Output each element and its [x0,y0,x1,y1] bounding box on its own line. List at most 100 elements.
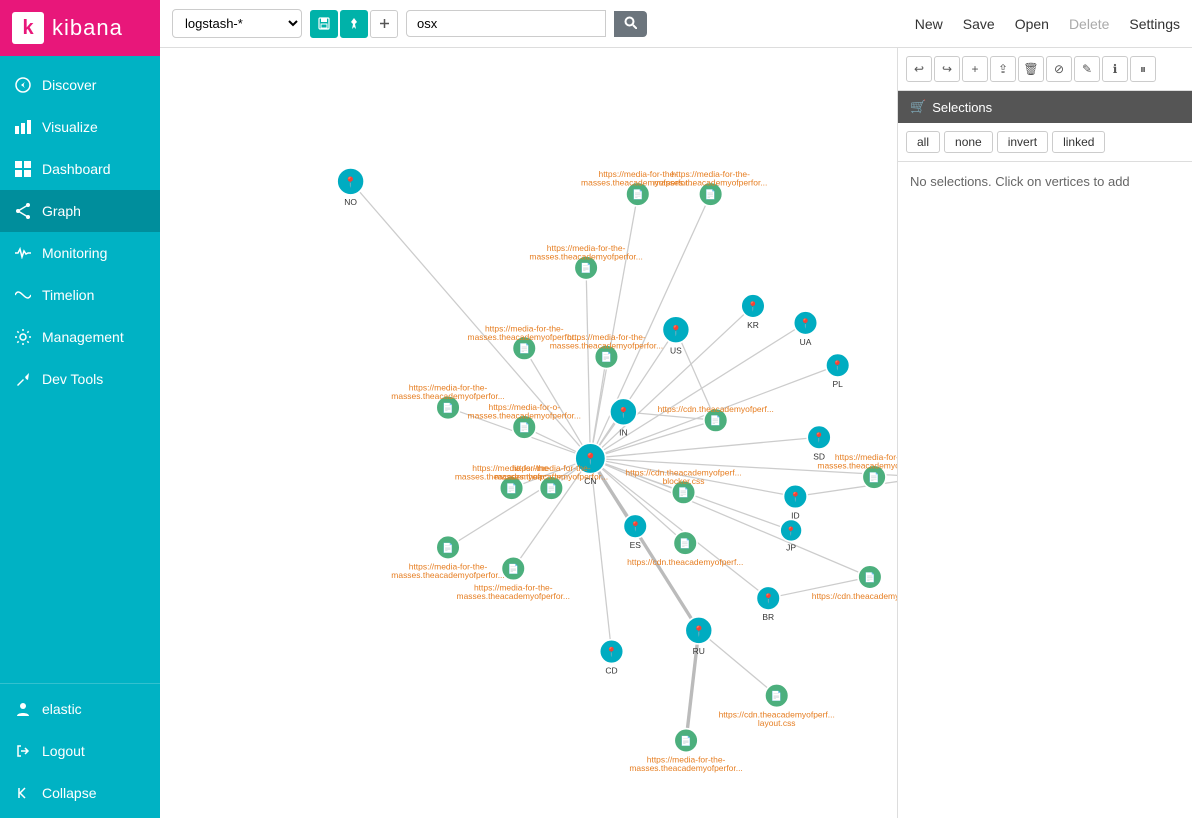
share-btn[interactable]: ⇪ [990,56,1016,82]
index-pattern-select[interactable]: logstash-* [172,9,302,38]
selections-buttons: all none invert linked [898,123,1192,162]
search-button[interactable] [614,11,647,37]
block-btn[interactable]: ⊘ [1046,56,1072,82]
main: logstash-* [160,0,1192,818]
svg-text:📄: 📄 [518,343,530,355]
sidebar-item-monitoring-label: Monitoring [42,245,107,261]
sidebar-item-timelion[interactable]: Timelion [0,274,160,316]
svg-text:https://cdn.theacademyofperf..: https://cdn.theacademyofperf... [812,591,897,601]
delete-node-btn[interactable]: 🗑 [1018,56,1044,82]
svg-text:📄: 📄 [442,542,454,554]
svg-text:📄: 📄 [546,482,558,494]
sidebar-bottom: elastic Logout Collapse [0,683,160,818]
topbar-menu: New Save Open Delete Settings [915,16,1180,32]
svg-text:📍: 📍 [670,324,683,337]
pin-icon-btn[interactable] [340,10,368,38]
right-panel: ↩ ↪ + ⇪ 🗑 ⊘ ✎ ℹ ⏸ 🛒 Selections all none … [897,48,1192,818]
node-doc13[interactable]: 📄 https://media-for-the- masses.theacade… [391,536,504,580]
sidebar-item-dashboard[interactable]: Dashboard [0,148,160,190]
compass-icon [14,76,32,94]
svg-text:masses.theacademyofperfor...: masses.theacademyofperfor... [457,591,570,601]
sidebar-item-collapse[interactable]: Collapse [0,772,160,814]
logout-icon [14,742,32,760]
svg-text:📄: 📄 [771,690,783,702]
sidebar-item-timelion-label: Timelion [42,287,94,303]
node-doc18[interactable]: 📄 https://media-for-the- masses.theacade… [629,729,742,773]
node-doc2[interactable]: 📄 https://media-for-the- masses.theacade… [654,169,767,206]
sidebar-item-management[interactable]: Management [0,316,160,358]
node-doc8[interactable]: 📄 https://cdn.theacademyofperf... [658,404,774,432]
node-doc17[interactable]: 📄 https://cdn.theacademyofperf... layout… [719,684,835,728]
node-doc7[interactable]: 📄 https://media-for-o- masses.theacademy… [468,402,581,439]
selections-header: 🛒 Selections [898,91,1192,123]
node-ID[interactable]: ID 📍 [783,485,807,521]
node-doc15[interactable]: 📄 https://cdn.theacademyofperf... [627,531,743,567]
svg-text:📍: 📍 [606,646,618,658]
node-RU[interactable]: RU 📍 [685,617,712,656]
svg-text:https://cdn.theacademyofperf..: https://cdn.theacademyofperf... [658,404,774,414]
node-CD[interactable]: CD 📍 [600,640,624,676]
svg-text:📍: 📍 [800,317,812,329]
select-linked-btn[interactable]: linked [1052,131,1105,153]
node-doc5[interactable]: 📄 https://media-for-the- masses.theacade… [550,332,663,369]
sidebar-item-collapse-label: Collapse [42,785,96,801]
svg-text:📄: 📄 [705,188,717,200]
sidebar-item-visualize[interactable]: Visualize [0,106,160,148]
logo-text: kibana [52,15,123,41]
svg-text:📄: 📄 [680,735,692,747]
edit-btn[interactable]: ✎ [1074,56,1100,82]
file-icon-btn[interactable] [310,10,338,38]
node-SD[interactable]: SD 📍 [807,425,831,461]
select-none-btn[interactable]: none [944,131,993,153]
menu-settings[interactable]: Settings [1129,16,1180,32]
info-btn[interactable]: ℹ [1102,56,1128,82]
cart-icon: 🛒 [910,99,926,115]
svg-text:layout.css: layout.css [758,718,796,728]
sidebar-item-discover[interactable]: Discover [0,64,160,106]
svg-text:masses.theacademyofperfor...: masses.theacademyofperfor... [495,472,608,482]
svg-text:IN: IN [619,428,627,438]
sidebar-item-graph[interactable]: Graph [0,190,160,232]
menu-open[interactable]: Open [1015,16,1049,32]
select-invert-btn[interactable]: invert [997,131,1048,153]
node-doc12[interactable]: 📄 https://media-for-the- masses.theacade… [817,452,897,489]
undo-btn[interactable]: ↩ [906,56,932,82]
node-doc3[interactable]: 📄 https://media-for-the- masses.theacade… [529,243,642,280]
topbar: logstash-* [160,0,1192,48]
node-KR[interactable]: KR 📍 [741,294,765,330]
svg-text:masses.theacademyofperfor...: masses.theacademyofperfor... [391,391,504,401]
menu-new[interactable]: New [915,16,943,32]
node-US[interactable]: US 📍 [662,316,689,355]
redo-btn[interactable]: ↪ [934,56,960,82]
sidebar-item-elastic[interactable]: elastic [0,688,160,730]
sidebar-item-management-label: Management [42,329,124,345]
menu-save[interactable]: Save [963,16,995,32]
select-all-btn[interactable]: all [906,131,940,153]
sidebar-nav: Discover Visualize Dashboar [0,56,160,683]
svg-text:📄: 📄 [710,415,722,427]
node-UA[interactable]: UA 📍 [794,311,818,347]
sidebar-item-logout[interactable]: Logout [0,730,160,772]
node-NO[interactable]: NO 📍 [337,168,364,207]
pause-btn[interactable]: ⏸ [1130,56,1156,82]
node-PL[interactable]: PL 📍 [826,353,850,389]
node-BR[interactable]: BR 📍 [756,586,780,622]
svg-text:📄: 📄 [507,563,519,575]
plus-icon-btn[interactable] [370,10,398,38]
svg-text:📄: 📄 [868,471,880,483]
node-doc11[interactable]: 📄 https://cdn.theacademyofperf... blocke… [625,467,741,504]
svg-text:CD: CD [605,666,617,676]
search-input[interactable] [406,10,606,37]
sidebar-item-graph-label: Graph [42,203,81,219]
graph-area[interactable]: NO 📍 US 📍 KR 📍 [160,48,897,818]
menu-delete[interactable]: Delete [1069,16,1109,32]
svg-text:📍: 📍 [813,432,825,444]
svg-text:blocker.css: blocker.css [663,476,705,486]
svg-text:US: US [670,345,682,355]
sidebar-item-elastic-label: elastic [42,701,82,717]
sidebar-item-monitoring[interactable]: Monitoring [0,232,160,274]
activity-icon [14,244,32,262]
sidebar-item-devtools[interactable]: Dev Tools [0,358,160,400]
add-node-btn[interactable]: + [962,56,988,82]
node-JP[interactable]: JP 📍 [780,519,802,552]
